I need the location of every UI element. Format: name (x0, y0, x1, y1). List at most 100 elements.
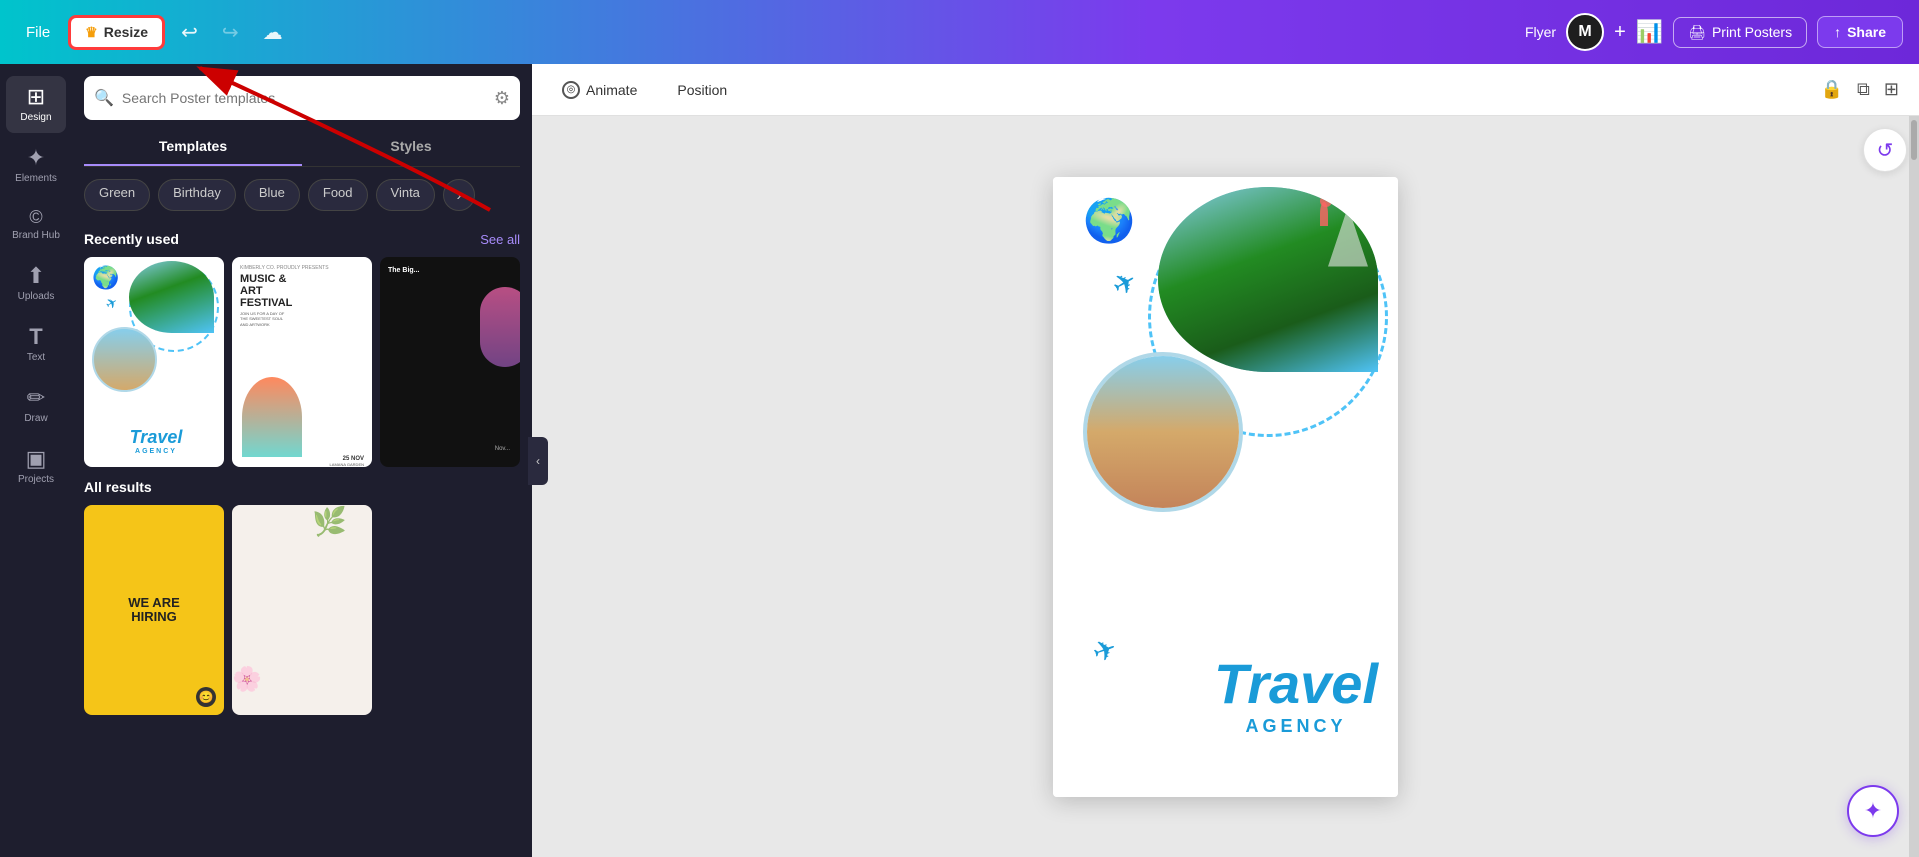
flower-decoration: 🌿 (312, 505, 372, 565)
poster-background: 🌍 (1053, 177, 1398, 797)
design-card[interactable]: 🌍 (1053, 177, 1398, 797)
hiring-bg: WE AREHIRING 😊 (84, 505, 224, 715)
sidebar-item-elements[interactable]: ✦ Elements (6, 137, 66, 194)
main-area: ⊞ Design ✦ Elements © Brand Hub ⬆ Upload… (0, 64, 1919, 857)
chip-vinta[interactable]: Vinta (376, 179, 435, 211)
sidebar-label-uploads: Uploads (18, 291, 55, 302)
save-cloud-button[interactable]: ☁ (255, 14, 291, 51)
printer-icon: 🖨 (1688, 24, 1706, 41)
template-card-dark[interactable]: The Big... Nov... (380, 257, 520, 467)
sidebar-item-design[interactable]: ⊞ Design (6, 76, 66, 133)
dark-template-bg: The Big... Nov... (380, 257, 520, 467)
print-posters-button[interactable]: 🖨 Print Posters (1673, 17, 1807, 48)
more-chips-button[interactable]: › (443, 179, 475, 211)
lock-icon-button[interactable]: 🔒 (1821, 79, 1843, 100)
travel-text-area: Travel AGENCY (92, 428, 220, 455)
person-head (1320, 195, 1332, 207)
print-label: Print Posters (1712, 24, 1792, 40)
musician-figure (242, 377, 302, 457)
redo-button[interactable]: ↪ (214, 14, 247, 51)
search-input[interactable] (122, 90, 486, 106)
sidebar-label-brand-hub: Brand Hub (12, 230, 60, 241)
filter-button[interactable]: ⚙ (494, 88, 510, 109)
music-title: MUSIC &ARTFESTIVAL (240, 273, 364, 309)
woman-photo[interactable] (1083, 352, 1243, 512)
flower-decoration-2: 🌸 (232, 665, 282, 715)
top-photo (129, 261, 214, 333)
recently-used-header: Recently used See all (84, 231, 520, 247)
share-label: Share (1847, 24, 1886, 40)
sidebar-item-draw[interactable]: ✏ Draw (6, 377, 66, 434)
tab-templates[interactable]: Templates (84, 128, 302, 166)
topbar: File ♛ Resize ↩ ↪ ☁ Flyer M + 📊 🖨 Print … (0, 0, 1919, 64)
scrollbar-thumb[interactable] (1911, 120, 1917, 160)
undo-button[interactable]: ↩ (173, 14, 206, 51)
poster-globe: 🌍 (92, 265, 119, 291)
add-canvas-button[interactable]: ⊞ (1884, 79, 1899, 100)
sidebar-item-projects[interactable]: ▣ Projects (6, 438, 66, 495)
woman-photo-bg (1087, 356, 1239, 508)
sidebar-label-projects: Projects (18, 474, 54, 485)
ai-assistant-button[interactable]: ↺ (1863, 128, 1907, 172)
recently-used-title: Recently used (84, 231, 179, 247)
template-card-travel[interactable]: 🌍 ✈ (84, 257, 224, 467)
templates-panel: 🔍 ⚙ Templates Styles Green Birthday Blue… (72, 64, 532, 857)
animate-label: Animate (586, 82, 637, 98)
corner-ai-button[interactable]: ✦ (1847, 785, 1899, 837)
panel-tabs: Templates Styles (84, 128, 520, 167)
sidebar-item-brand-hub[interactable]: © Brand Hub (6, 198, 66, 251)
animate-icon: ◎ (562, 81, 580, 99)
sidebar-icons: ⊞ Design ✦ Elements © Brand Hub ⬆ Upload… (0, 64, 72, 857)
plane-small: ✈ (103, 293, 122, 314)
projects-icon: ▣ (26, 448, 47, 470)
search-icon: 🔍 (94, 88, 114, 108)
chip-food[interactable]: Food (308, 179, 368, 211)
smiley: 😊 (196, 687, 216, 707)
sidebar-label-elements: Elements (15, 173, 57, 184)
chip-blue[interactable]: Blue (244, 179, 300, 211)
panel-content: Recently used See all 🌍 (72, 219, 532, 857)
chip-green[interactable]: Green (84, 179, 150, 211)
scrollbar-track (1909, 116, 1919, 857)
crown-icon: ♛ (85, 24, 98, 41)
template-card-music[interactable]: KIMBERLY CO. PROUDLY PRESENTS MUSIC &ART… (232, 257, 372, 467)
brand-hub-icon: © (29, 208, 42, 226)
topbar-right: Flyer M + 📊 🖨 Print Posters ↑ Share (1525, 13, 1903, 51)
sidebar-item-uploads[interactable]: ⬆ Uploads (6, 255, 66, 312)
add-collaborator-button[interactable]: + (1614, 21, 1626, 44)
search-bar: 🔍 ⚙ (84, 76, 520, 120)
canvas-content: 🌍 (532, 116, 1919, 857)
plane-icon-2: ✈ (1088, 630, 1121, 669)
filter-chips: Green Birthday Blue Food Vinta › (72, 167, 532, 219)
elements-icon: ✦ (27, 147, 45, 169)
position-button[interactable]: Position (667, 76, 737, 104)
canvas-area: ◎ Animate Position 🔒 ⧉ ⊞ 🌍 (532, 64, 1919, 857)
template-card-hiring[interactable]: WE AREHIRING 😊 (84, 505, 224, 715)
panel-collapse-button[interactable]: ‹ (528, 437, 548, 485)
animate-button[interactable]: ◎ Animate (552, 75, 647, 105)
sidebar-label-draw: Draw (24, 413, 47, 424)
chip-birthday[interactable]: Birthday (158, 179, 236, 211)
all-results-grid: WE AREHIRING 😊 🌿 🌸 (84, 505, 520, 715)
hiring-text: WE AREHIRING (128, 596, 180, 625)
design-icon: ⊞ (27, 86, 45, 108)
text-icon: T (29, 326, 42, 348)
file-menu-button[interactable]: File (16, 18, 60, 47)
mountain-photo-bg (1158, 187, 1378, 372)
avatar-button[interactable]: M (1566, 13, 1604, 51)
dark-date: Nov... (495, 446, 510, 452)
tab-styles[interactable]: Styles (302, 128, 520, 166)
dark-text: The Big... (388, 267, 420, 274)
template-card-floral[interactable]: 🌿 🌸 (232, 505, 372, 715)
see-all-button[interactable]: See all (480, 232, 520, 247)
sidebar-item-text[interactable]: T Text (6, 316, 66, 373)
recently-used-grid: 🌍 ✈ (84, 257, 520, 467)
pink-blob (480, 287, 520, 367)
canvas-toolbar: ◎ Animate Position 🔒 ⧉ ⊞ (532, 64, 1919, 116)
flyer-label: Flyer (1525, 24, 1556, 40)
mountain-photo[interactable] (1158, 187, 1378, 372)
share-button[interactable]: ↑ Share (1817, 16, 1903, 48)
duplicate-icon-button[interactable]: ⧉ (1857, 79, 1870, 100)
stats-button[interactable]: 📊 (1636, 19, 1663, 45)
resize-button[interactable]: ♛ Resize (68, 15, 165, 50)
